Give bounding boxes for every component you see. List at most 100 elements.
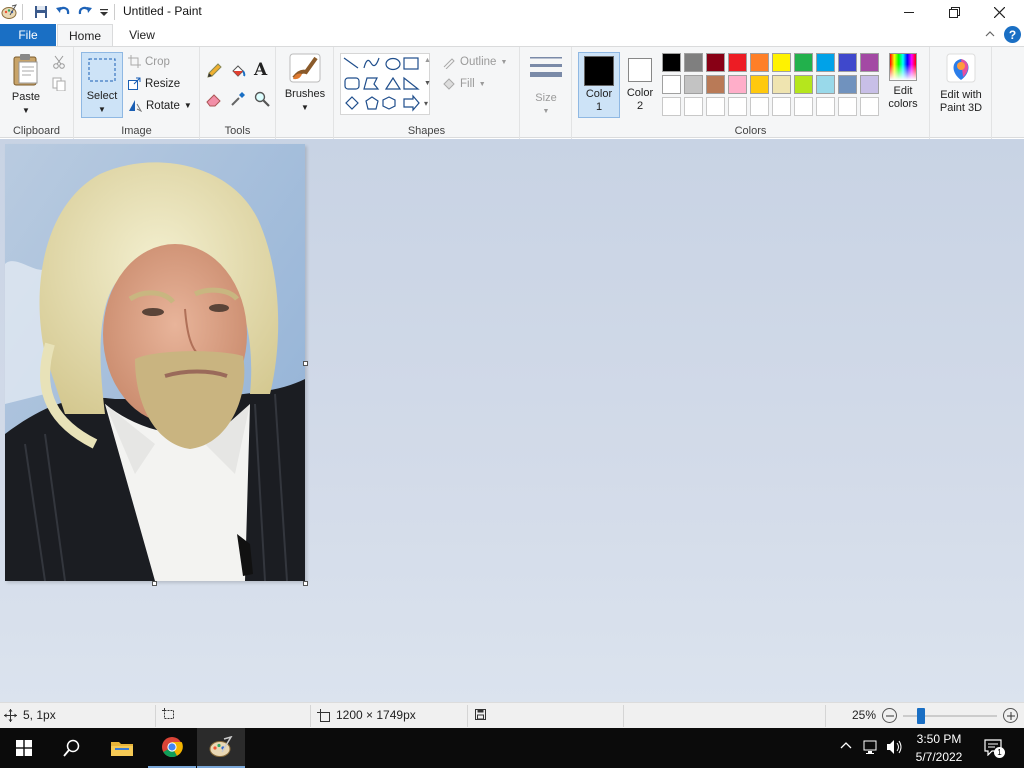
clock-time[interactable]: 3:50 PM <box>912 732 966 746</box>
palette-swatch[interactable] <box>772 97 791 116</box>
search-button[interactable] <box>48 728 96 768</box>
palette-swatch[interactable] <box>750 75 769 94</box>
fill-bucket-icon[interactable] <box>230 63 246 82</box>
tab-file[interactable]: File <box>0 24 56 46</box>
notifications-icon[interactable]: 1 <box>984 739 1005 759</box>
crop-button[interactable]: Crop <box>128 55 170 68</box>
color-palette <box>662 53 884 119</box>
file-size <box>474 708 487 721</box>
undo-icon[interactable] <box>54 3 72 21</box>
palette-swatch[interactable] <box>750 97 769 116</box>
tab-view[interactable]: View <box>114 24 170 46</box>
resize-handle-corner[interactable] <box>303 581 308 586</box>
palette-swatch[interactable] <box>684 75 703 94</box>
zoom-slider[interactable] <box>903 708 997 724</box>
outline-button[interactable]: Outline ▼ <box>442 55 507 69</box>
volume-icon[interactable] <box>886 739 904 758</box>
resize-handle-bottom[interactable] <box>152 581 157 586</box>
select-dropdown-icon[interactable]: ▼ <box>82 103 122 116</box>
brushes-label: Brushes <box>284 88 326 100</box>
paste-dropdown-icon[interactable]: ▼ <box>6 104 46 117</box>
tab-home[interactable]: Home <box>57 24 113 47</box>
edit-with-paint3d-button[interactable]: Edit with Paint 3D <box>932 53 990 115</box>
paste-button[interactable]: Paste ▼ <box>6 53 46 117</box>
shapes-scroll-down-icon[interactable]: ▼ <box>424 80 431 87</box>
select-button[interactable]: Select ▼ <box>81 52 123 118</box>
select-label: Select <box>86 90 118 102</box>
palette-swatch[interactable] <box>706 97 725 116</box>
shapes-gallery[interactable] <box>340 53 430 115</box>
zoom-in-button[interactable] <box>1003 708 1018 723</box>
redo-icon[interactable] <box>76 3 94 21</box>
image-size-icon <box>317 708 330 722</box>
show-hidden-icons-icon[interactable] <box>840 740 852 755</box>
palette-swatch[interactable] <box>772 75 791 94</box>
palette-swatch[interactable] <box>816 97 835 116</box>
color-picker-icon[interactable] <box>230 91 246 110</box>
color2-button[interactable]: Color 2 <box>622 52 658 118</box>
magnifier-icon[interactable] <box>254 91 270 110</box>
palette-swatch[interactable] <box>794 97 813 116</box>
palette-swatch[interactable] <box>816 75 835 94</box>
zoom-out-button[interactable] <box>882 708 897 723</box>
palette-swatch[interactable] <box>728 53 747 72</box>
shapes-scroll-up-icon[interactable]: ▲ <box>424 57 431 64</box>
restore-button[interactable] <box>931 0 977 24</box>
palette-swatch[interactable] <box>750 53 769 72</box>
help-icon[interactable]: ? <box>1004 26 1021 43</box>
file-explorer-button[interactable] <box>98 728 146 768</box>
color1-number: 1 <box>595 101 603 113</box>
clock-date[interactable]: 5/7/2022 <box>912 750 966 764</box>
fill-button[interactable]: Fill ▼ <box>442 77 486 91</box>
minimize-button[interactable] <box>886 0 932 24</box>
network-icon[interactable] <box>863 739 879 758</box>
paint3d-group: Edit with Paint 3D <box>930 47 992 139</box>
palette-swatch[interactable] <box>684 53 703 72</box>
chrome-button[interactable] <box>148 728 196 768</box>
resize-button[interactable]: Resize <box>128 77 180 90</box>
palette-swatch[interactable] <box>838 75 857 94</box>
customize-quick-access-icon[interactable] <box>95 3 113 21</box>
copy-icon[interactable] <box>52 77 66 94</box>
outline-label: Outline <box>460 56 497 68</box>
palette-swatch[interactable] <box>816 53 835 72</box>
palette-swatch[interactable] <box>706 53 725 72</box>
size-button[interactable]: Size ▼ <box>528 55 564 118</box>
palette-swatch[interactable] <box>838 97 857 116</box>
clipboard-group: Paste ▼ Clipboard <box>0 47 74 139</box>
palette-swatch[interactable] <box>662 53 681 72</box>
palette-swatch[interactable] <box>684 97 703 116</box>
brushes-button[interactable]: Brushes ▼ <box>282 52 328 114</box>
palette-swatch[interactable] <box>838 53 857 72</box>
eraser-icon[interactable] <box>206 91 222 110</box>
palette-swatch[interactable] <box>794 53 813 72</box>
cut-icon[interactable] <box>52 55 66 72</box>
close-button[interactable] <box>976 0 1022 24</box>
text-tool-icon[interactable]: A <box>254 60 267 80</box>
palette-swatch[interactable] <box>860 53 879 72</box>
save-icon[interactable] <box>32 3 50 21</box>
palette-swatch[interactable] <box>662 97 681 116</box>
color1-button[interactable]: Color 1 <box>578 52 620 118</box>
edit-colors-button[interactable]: Edit colors <box>884 53 922 111</box>
palette-swatch[interactable] <box>860 97 879 116</box>
paint-app-icon[interactable] <box>0 3 18 21</box>
canvas-area[interactable] <box>0 139 1024 702</box>
shapes-more-icon[interactable]: ▾ <box>424 99 428 108</box>
start-button[interactable] <box>0 728 48 768</box>
pencil-icon[interactable] <box>206 63 222 82</box>
zoom-slider-thumb[interactable] <box>917 708 926 724</box>
palette-swatch[interactable] <box>728 75 747 94</box>
palette-swatch[interactable] <box>772 53 791 72</box>
brushes-group: Brushes ▼ <box>276 47 334 139</box>
rotate-button[interactable]: Rotate ▼ <box>128 99 192 112</box>
resize-handle-right[interactable] <box>303 361 308 366</box>
palette-swatch[interactable] <box>728 97 747 116</box>
palette-swatch[interactable] <box>662 75 681 94</box>
collapse-ribbon-icon[interactable] <box>985 28 995 42</box>
palette-swatch[interactable] <box>706 75 725 94</box>
paint-taskbar-button[interactable] <box>197 728 245 768</box>
palette-swatch[interactable] <box>794 75 813 94</box>
palette-swatch[interactable] <box>860 75 879 94</box>
canvas-image[interactable] <box>5 144 305 581</box>
